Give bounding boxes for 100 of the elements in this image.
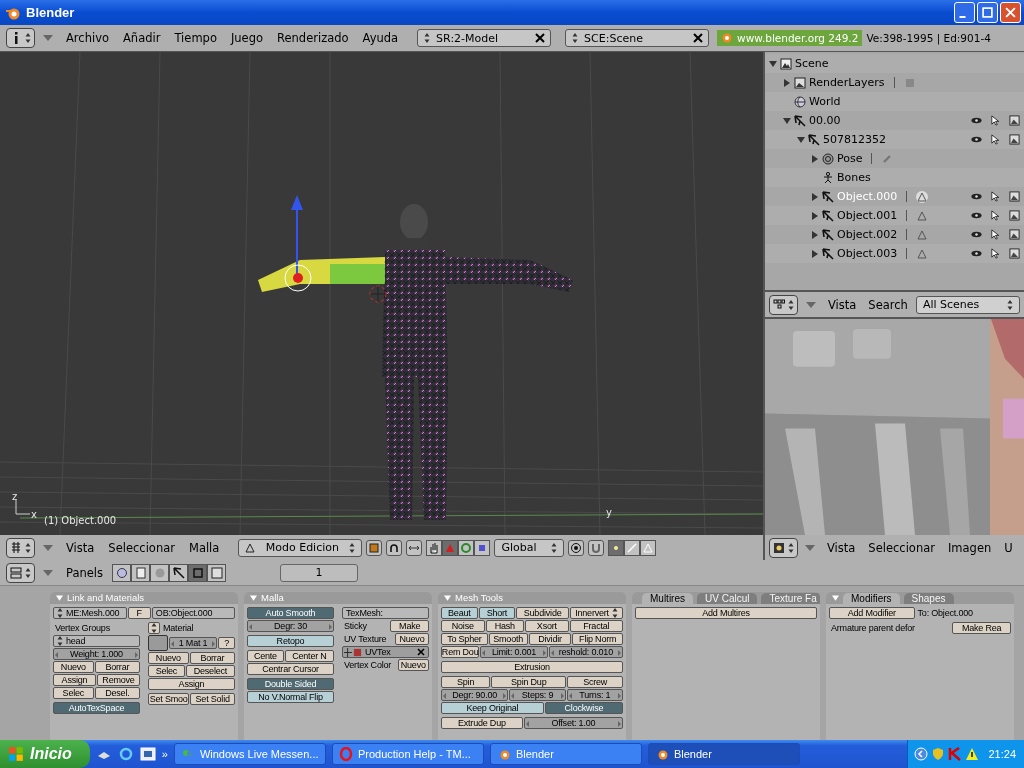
screen-selector[interactable]: SR:2-Model bbox=[417, 29, 552, 47]
cursor-arrow-icon[interactable] bbox=[990, 191, 1001, 202]
eye-icon[interactable] bbox=[971, 210, 982, 221]
color-swatch[interactable] bbox=[148, 635, 168, 651]
expanded-arrow-icon[interactable] bbox=[769, 59, 777, 68]
panel-button[interactable]: Set Solid bbox=[190, 693, 235, 705]
cursor-arrow-icon[interactable] bbox=[990, 210, 1001, 221]
hand-icon[interactable] bbox=[426, 539, 443, 556]
panel-button[interactable]: Set Smoo bbox=[148, 693, 190, 705]
number-field[interactable]: Degr: 90.00 bbox=[441, 689, 509, 701]
menu-item[interactable]: Renderizado bbox=[272, 31, 354, 45]
script-context-icon[interactable] bbox=[131, 563, 150, 582]
menu-item[interactable]: Añadir bbox=[118, 31, 166, 45]
spinner-icon[interactable] bbox=[424, 32, 431, 44]
panel-button[interactable]: Fractal bbox=[569, 620, 623, 632]
panel-button[interactable]: Make bbox=[390, 620, 429, 632]
close-icon[interactable] bbox=[693, 33, 704, 43]
editing-context-icon[interactable] bbox=[188, 563, 207, 582]
toggle-button[interactable]: Beaut bbox=[441, 607, 478, 619]
panel-button[interactable]: Assign bbox=[53, 674, 96, 686]
dropdown-field[interactable]: head bbox=[53, 635, 140, 647]
eye-icon[interactable] bbox=[971, 115, 982, 126]
panel-tab[interactable]: Shapes bbox=[903, 593, 954, 604]
menu-item[interactable]: Malla bbox=[183, 540, 225, 555]
more-button[interactable]: » bbox=[161, 748, 168, 760]
panel-button[interactable]: Cente bbox=[247, 650, 284, 662]
panel-button[interactable]: Nuevo bbox=[148, 652, 189, 664]
mode-dropdown[interactable]: Modo Edicion bbox=[238, 538, 363, 557]
collapse-arrow-icon[interactable] bbox=[43, 569, 53, 576]
panel-button[interactable]: Dividir bbox=[528, 633, 572, 645]
panel-button[interactable]: Hash bbox=[485, 620, 525, 632]
media-player-icon[interactable] bbox=[139, 746, 156, 762]
taskbar-button[interactable]: Blender bbox=[647, 743, 800, 765]
scope-dropdown[interactable]: All Scenes bbox=[915, 295, 1020, 314]
cursor-arrow-icon[interactable] bbox=[990, 229, 1001, 240]
menu-item[interactable]: Ayuda bbox=[357, 31, 404, 45]
number-field[interactable]: Limit: 0.001 bbox=[480, 646, 548, 658]
logic-context-icon[interactable] bbox=[112, 563, 131, 582]
shading-context-icon[interactable] bbox=[150, 563, 169, 582]
expand-tray-icon[interactable] bbox=[914, 747, 929, 761]
minimize-button[interactable] bbox=[954, 2, 975, 23]
spinner-icon[interactable] bbox=[25, 32, 31, 44]
square-icon[interactable] bbox=[474, 539, 491, 556]
panel-button[interactable]: Extrude Dup bbox=[441, 717, 523, 729]
outliner-row[interactable]: RenderLayers bbox=[765, 73, 1024, 92]
3d-viewport[interactable]: z x y (1) Object.000 bbox=[0, 52, 763, 535]
outliner-row[interactable]: Object.001 bbox=[765, 206, 1024, 225]
toggle-button[interactable]: Keep Original bbox=[441, 702, 544, 714]
spinner-icon[interactable] bbox=[349, 541, 356, 554]
object-context-icon[interactable] bbox=[169, 563, 188, 582]
toggle-button[interactable]: No V.Normal Flip bbox=[247, 691, 334, 703]
collapsed-arrow-icon[interactable] bbox=[811, 230, 819, 239]
frame-number-field[interactable]: 1 bbox=[280, 563, 358, 582]
face-select-icon[interactable] bbox=[640, 539, 657, 556]
outliner-row[interactable]: Object.003 bbox=[765, 244, 1024, 263]
panel-button[interactable]: Nuevo bbox=[397, 659, 429, 671]
panel-button[interactable]: F bbox=[127, 607, 151, 619]
browser-icon[interactable] bbox=[117, 746, 134, 762]
number-field[interactable]: Turns: 1 bbox=[566, 689, 623, 701]
editor-type-button[interactable] bbox=[6, 28, 35, 48]
menu-item[interactable]: Vista bbox=[824, 297, 861, 312]
spinner-icon[interactable] bbox=[572, 32, 579, 44]
menu-item[interactable]: Vista bbox=[61, 540, 100, 555]
number-field[interactable]: Degr: 30 bbox=[247, 620, 334, 632]
panel-tab[interactable]: Multires bbox=[642, 593, 693, 604]
panel-button[interactable]: Assign bbox=[148, 678, 235, 690]
spinner-icon[interactable] bbox=[788, 541, 794, 554]
number-field[interactable]: 1 Mat 1 bbox=[169, 637, 218, 649]
panel-button[interactable]: Add Multires bbox=[635, 607, 817, 619]
collapse-arrow-icon[interactable] bbox=[250, 595, 257, 601]
outliner-row[interactable]: Object.002 bbox=[765, 225, 1024, 244]
collapse-arrow-icon[interactable] bbox=[806, 301, 816, 308]
uv-layer-field[interactable]: UVTex bbox=[342, 646, 429, 658]
panel-button[interactable]: Center N bbox=[284, 650, 334, 662]
scene-selector[interactable]: SCE:Scene bbox=[565, 29, 710, 47]
panel-button[interactable]: Borrar bbox=[189, 652, 235, 664]
eye-icon[interactable] bbox=[971, 248, 982, 259]
toggle-button[interactable]: Double Sided bbox=[247, 678, 334, 690]
number-field[interactable]: Weight: 1.000 bbox=[53, 648, 140, 660]
shading-icon[interactable] bbox=[366, 539, 383, 556]
cursor-arrow-icon[interactable] bbox=[990, 115, 1001, 126]
close-icon[interactable] bbox=[417, 648, 425, 656]
panel-tab[interactable]: UV Calcul bbox=[697, 593, 758, 604]
menu-item[interactable]: Seleccionar bbox=[103, 540, 180, 555]
collapse-arrow-icon[interactable] bbox=[43, 544, 53, 551]
spinner-icon[interactable] bbox=[57, 607, 63, 619]
number-field[interactable]: Offset: 1.00 bbox=[523, 717, 623, 729]
render-icon[interactable] bbox=[1009, 191, 1020, 202]
panel-button[interactable]: Borrar bbox=[94, 661, 140, 673]
collapsed-arrow-icon[interactable] bbox=[811, 154, 819, 163]
character-mesh-drawing[interactable] bbox=[258, 204, 573, 520]
menu-item[interactable]: Tiempo bbox=[169, 31, 222, 45]
toggle-button[interactable]: Auto Smooth bbox=[247, 607, 334, 619]
panel-button[interactable]: Spin Dup bbox=[491, 676, 567, 688]
editor-type-button[interactable] bbox=[769, 537, 798, 558]
panel-tab[interactable]: Texture Fa bbox=[761, 593, 820, 604]
spinner-icon[interactable] bbox=[25, 566, 31, 579]
panel-button[interactable]: Flip Norm bbox=[572, 633, 623, 645]
spinner-icon[interactable] bbox=[1007, 298, 1013, 311]
render-icon[interactable] bbox=[1009, 134, 1020, 145]
